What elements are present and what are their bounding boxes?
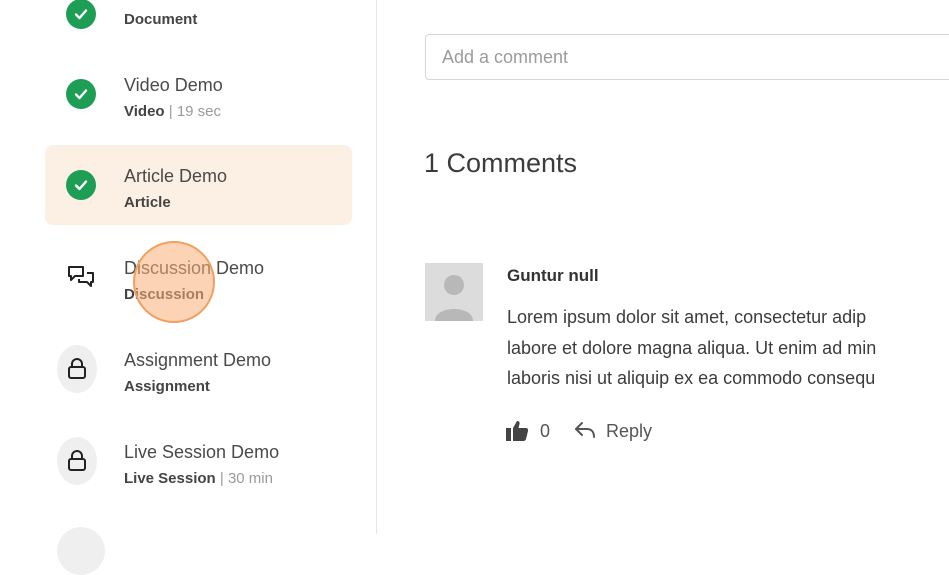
lesson-meta: Discussion: [124, 286, 204, 303]
completed-check-icon: [65, 169, 97, 201]
completed-check-icon: [65, 0, 97, 30]
comment-author: Guntur null: [507, 266, 599, 285]
comments-count: 1 Comments: [424, 148, 578, 178]
lesson-type: Article: [124, 194, 171, 211]
avatar: [425, 263, 483, 321]
lesson-item-article-demo[interactable]: Article Demo Article: [45, 145, 352, 225]
lesson-item-assignment-demo[interactable]: Assignment Demo Assignment: [45, 329, 352, 409]
lesson-meta: Video | 19 sec: [124, 103, 222, 120]
next-lesson-icon-partial: [57, 527, 105, 575]
lesson-meta: Assignment: [124, 378, 210, 395]
lesson-item-document[interactable]: Document: [45, 0, 352, 44]
like-count: 0: [540, 420, 551, 441]
completed-check-icon: [65, 78, 97, 110]
comment-input[interactable]: [425, 34, 949, 80]
lesson-type: Document: [124, 11, 198, 28]
reply-arrow-icon: [574, 421, 596, 441]
comment-text-line: laboris nisi ut aliquip ex ea commodo co…: [507, 368, 876, 388]
lesson-title: Discussion Demo: [124, 258, 265, 278]
lesson-type: Discussion: [124, 286, 205, 303]
lesson-sidebar: Document Video Demo Video | 19 sec Artic…: [0, 0, 377, 575]
lesson-meta: Article: [124, 194, 171, 211]
lesson-duration: 19 sec: [176, 103, 222, 120]
comment-actions: 0 Reply: [505, 420, 652, 442]
comment-text-line: labore et dolore magna aliqua. Ut enim a…: [507, 338, 877, 358]
lesson-title: Article Demo: [124, 166, 228, 186]
thumbs-up-icon: [505, 420, 529, 442]
lesson-item-discussion-demo[interactable]: Discussion Demo Discussion: [45, 237, 352, 317]
lesson-title: Assignment Demo: [124, 350, 272, 370]
lesson-type: Live Session: [124, 470, 216, 487]
lesson-type: Video: [124, 103, 165, 120]
lesson-title: Live Session Demo: [124, 442, 280, 462]
lesson-duration: 30 min: [227, 470, 273, 487]
lesson-meta: Document: [124, 11, 197, 28]
main-content: 1 Comments Guntur null Lorem ipsum dolor…: [377, 0, 949, 534]
comment-text-line: Lorem ipsum dolor sit amet, consectetur …: [507, 307, 867, 327]
lesson-item-live-session-demo[interactable]: Live Session Demo Live Session | 30 min: [45, 421, 352, 501]
lock-icon: [57, 437, 97, 485]
discussion-icon: [65, 261, 97, 293]
lesson-meta: Live Session | 30 min: [124, 470, 273, 487]
lesson-type: Assignment: [124, 378, 210, 395]
lock-icon: [57, 345, 97, 393]
reply-button[interactable]: Reply: [574, 421, 652, 442]
lesson-title: Video Demo: [124, 75, 223, 95]
reply-label: Reply: [606, 420, 653, 441]
lesson-item-video-demo[interactable]: Video Demo Video | 19 sec: [45, 54, 352, 134]
like-button[interactable]: 0: [505, 420, 550, 442]
